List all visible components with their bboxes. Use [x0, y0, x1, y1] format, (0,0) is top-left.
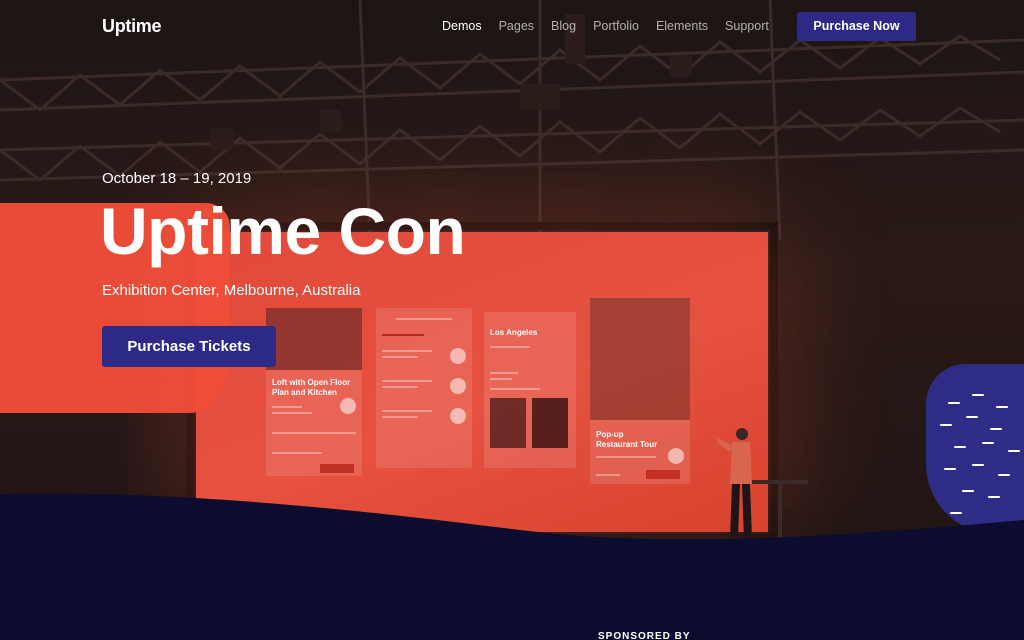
nav-item-portfolio[interactable]: Portfolio [593, 19, 639, 33]
restaurant-title: Pop-up Restaurant Tour [596, 430, 658, 449]
top-navigation: Uptime Demos Pages Blog Portfolio Elemen… [0, 0, 1024, 52]
screen-card-restaurant: Pop-up Restaurant Tour [590, 298, 690, 484]
nav-item-pages[interactable]: Pages [499, 19, 534, 33]
nav-item-elements[interactable]: Elements [656, 19, 708, 33]
contact-avatar [450, 378, 466, 394]
nav-item-blog[interactable]: Blog [551, 19, 576, 33]
poster-image [490, 398, 526, 448]
bottom-wave-shape [0, 493, 1024, 640]
listing-title: Loft with Open Floor Plan and Kitchen [272, 378, 351, 397]
purchase-now-button[interactable]: Purchase Now [797, 12, 916, 41]
nav-item-demos[interactable]: Demos [442, 19, 482, 33]
contact-avatar [450, 408, 466, 424]
sponsored-by-label: SPONSORED BY [598, 631, 691, 640]
events-city-title: Los Angeles [490, 328, 538, 337]
host-avatar [668, 448, 684, 464]
event-location: Exhibition Center, Melbourne, Australia [102, 282, 361, 299]
contact-avatar [450, 348, 466, 364]
listing-photo [266, 308, 362, 370]
nav-item-support[interactable]: Support [725, 19, 769, 33]
host-avatar [340, 398, 356, 414]
screen-card-events: Los Angeles [484, 312, 576, 468]
screen-card-listing: Loft with Open Floor Plan and Kitchen [266, 308, 362, 476]
food-photo [590, 298, 690, 420]
screen-card-messages [376, 308, 472, 468]
event-date: October 18 – 19, 2019 [102, 170, 252, 187]
site-logo[interactable]: Uptime [102, 16, 162, 37]
main-menu: Demos Pages Blog Portfolio Elements Supp… [442, 19, 786, 33]
hero-section: Loft with Open Floor Plan and Kitchen Lo… [0, 0, 1024, 640]
poster-image [532, 398, 568, 448]
purchase-tickets-button[interactable]: Purchase Tickets [102, 326, 276, 367]
event-title: Uptime Con [100, 194, 466, 268]
